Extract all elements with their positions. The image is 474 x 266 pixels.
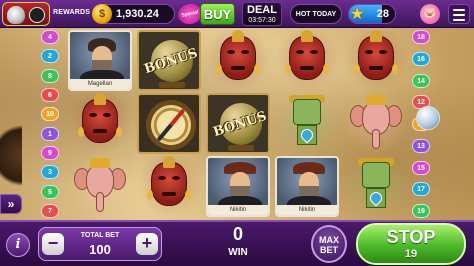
- menu-button[interactable]: [448, 4, 470, 24]
- max-bet-label-1: MAX: [319, 235, 339, 245]
- deal-button[interactable]: DEAL 03:57:30: [242, 2, 282, 26]
- payline-badge[interactable]: 6: [41, 87, 59, 102]
- payline-indicators-left: 4 2 8 6 10 1 9 3 5 7: [41, 30, 61, 218]
- active-lines-count: 19: [404, 248, 418, 260]
- reel-1: Magellan: [66, 28, 134, 218]
- level-number: 28: [376, 8, 389, 20]
- symbol-compass: [137, 93, 201, 154]
- symbol-bonus-globe: BONUS: [137, 30, 201, 91]
- win-label: WIN: [228, 247, 248, 258]
- expand-button[interactable]: »: [0, 194, 22, 214]
- reel-3: BONUS Nikitin: [204, 28, 272, 218]
- symbol-mask: [137, 156, 201, 217]
- symbol-mask: [206, 30, 270, 91]
- star-icon: ★: [350, 6, 365, 23]
- payline-badge[interactable]: 19: [412, 204, 430, 218]
- buy-button[interactable]: BUY: [200, 3, 235, 25]
- symbol-caption: Nikitin: [208, 205, 268, 215]
- deal-label: DEAL: [247, 4, 277, 16]
- payline-badge[interactable]: 2: [41, 49, 59, 64]
- piggy-bank-icon[interactable]: 🐷: [420, 4, 440, 24]
- symbol-bonus-globe: BONUS: [206, 93, 270, 154]
- symbol-caption: Magellan: [70, 79, 130, 89]
- compass-decoration: [0, 118, 22, 193]
- total-bet-panel: − TOTAL BET 100 +: [38, 227, 162, 261]
- symbol-mask: [275, 30, 339, 91]
- rewards-label[interactable]: REWARDS: [53, 9, 90, 16]
- win-amount: 0: [232, 224, 243, 244]
- symbol-elephant: [344, 93, 408, 154]
- logo-badge-icon: [29, 7, 45, 23]
- level-progress[interactable]: ★ 28: [348, 4, 396, 24]
- symbol-nikitin: Nikitin: [275, 156, 339, 217]
- coin-icon: $: [92, 4, 112, 24]
- payline-badge[interactable]: 5: [41, 184, 59, 199]
- payline-badge[interactable]: 4: [41, 30, 59, 44]
- reel-4: Nikitin: [273, 28, 341, 218]
- symbol-magellan: Magellan: [68, 30, 132, 91]
- symbol-idol: [344, 156, 408, 217]
- menu-icon: [453, 9, 465, 11]
- logo-icon: [7, 6, 25, 24]
- symbol-mask: [68, 93, 132, 154]
- payline-badge[interactable]: 10: [41, 107, 59, 122]
- app-logo[interactable]: [2, 2, 50, 26]
- top-bar: REWARDS $ 1,930.24 Special BUY DEAL 03:5…: [0, 0, 474, 28]
- hot-today-button[interactable]: HOT TODAY: [290, 4, 342, 24]
- symbol-elephant: [68, 156, 132, 217]
- payline-badge[interactable]: 18: [412, 30, 430, 44]
- stop-label: STOP: [386, 227, 436, 247]
- payline-badge[interactable]: 13: [412, 138, 430, 153]
- payline-badge[interactable]: 16: [412, 51, 430, 66]
- slot-machine-area: 42861019357 181614121113151719 Magellan: [0, 28, 474, 220]
- deal-timer: 03:57:30: [248, 17, 276, 24]
- payline-badge[interactable]: 15: [412, 160, 430, 175]
- payline-badge[interactable]: 8: [41, 68, 59, 83]
- coin-balance[interactable]: $ 1,930.24: [92, 4, 175, 24]
- payline-badge[interactable]: 14: [412, 73, 430, 88]
- payline-badge[interactable]: 3: [41, 165, 59, 180]
- stop-button[interactable]: STOP 19: [356, 223, 466, 265]
- decrease-bet-button[interactable]: −: [42, 233, 64, 255]
- increase-bet-button[interactable]: +: [136, 233, 158, 255]
- payline-badge[interactable]: 9: [41, 145, 59, 160]
- payline-badge[interactable]: 1: [41, 126, 59, 141]
- payline-badge[interactable]: 17: [412, 182, 430, 197]
- reel-5: [342, 28, 410, 218]
- max-bet-button[interactable]: MAX BET: [311, 225, 347, 263]
- reel-2: BONUS: [135, 28, 203, 218]
- bonus-orb-icon[interactable]: [416, 106, 440, 130]
- total-bet-label: TOTAL BET: [80, 232, 120, 239]
- info-button[interactable]: i: [6, 233, 30, 257]
- reels: Magellan BONUS BONUS Nikitin Nikitin: [64, 28, 410, 218]
- coin-balance-value: 1,930.24: [116, 8, 159, 20]
- bottom-bar: i − TOTAL BET 100 + 0 WIN MAX BET STOP 1…: [0, 220, 474, 266]
- payline-badge[interactable]: 7: [41, 203, 59, 218]
- symbol-caption: Nikitin: [277, 205, 337, 215]
- max-bet-label-2: BET: [320, 245, 338, 255]
- symbol-nikitin: Nikitin: [206, 156, 270, 217]
- total-bet-value: 100: [89, 242, 111, 257]
- symbol-mask: [344, 30, 408, 91]
- symbol-idol: [275, 93, 339, 154]
